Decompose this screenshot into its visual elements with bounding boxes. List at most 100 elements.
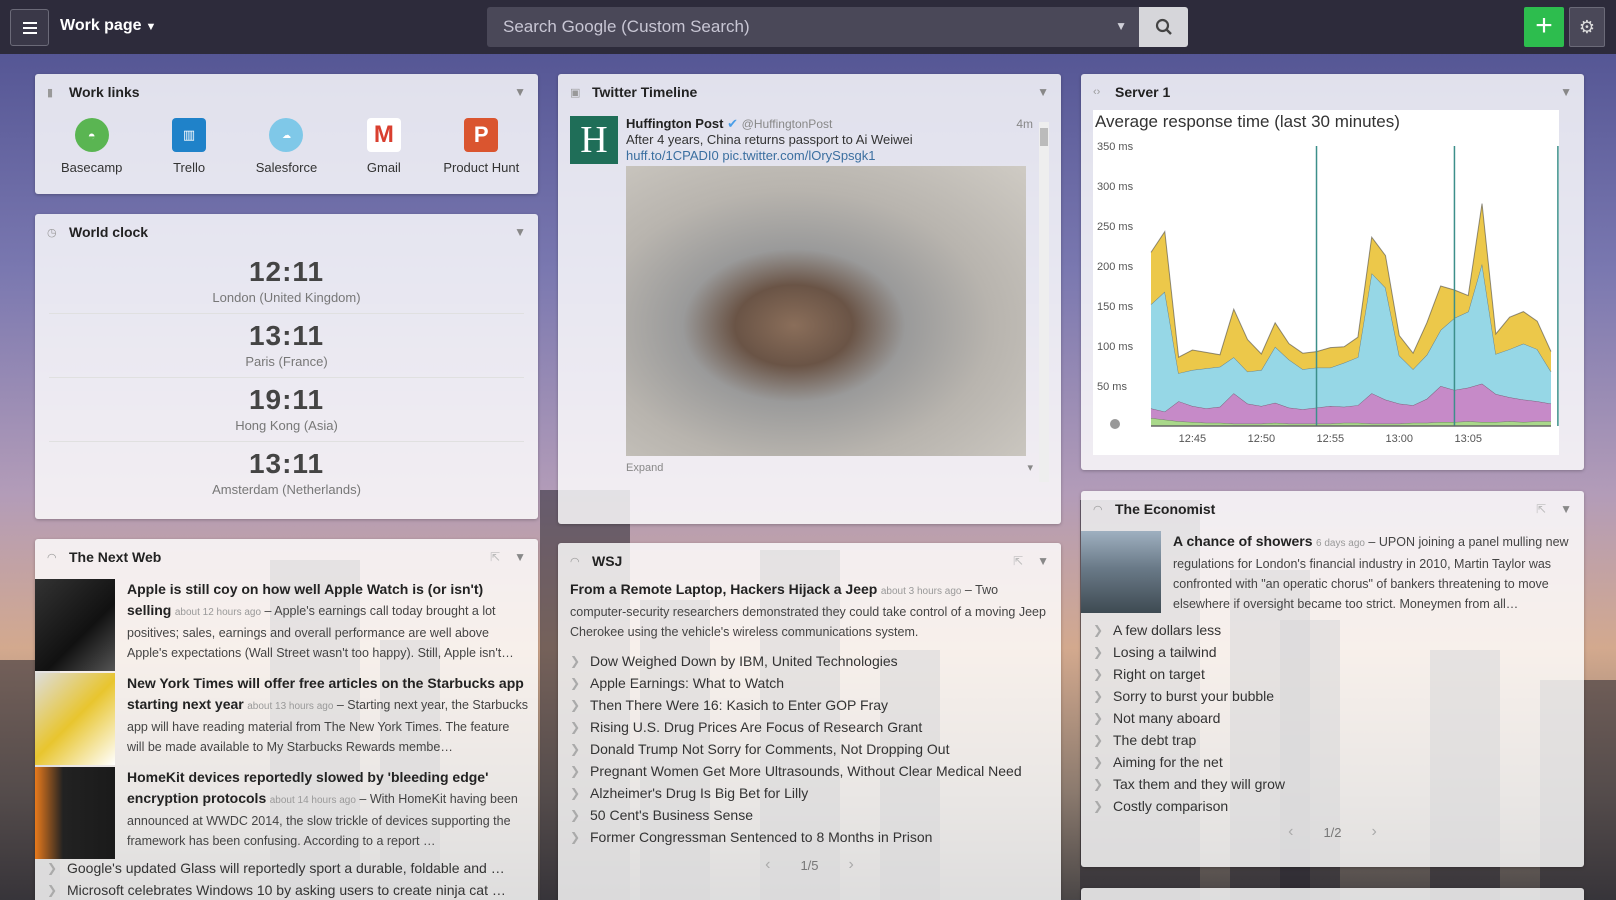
article[interactable]: Apple is still coy on how well Apple Wat… xyxy=(35,575,538,671)
chevron-down-icon[interactable]: ▼ xyxy=(514,550,526,564)
list-item[interactable]: ❯ Alzheimer's Drug Is Big Bet for Lilly xyxy=(570,782,1049,804)
next-page-icon[interactable]: › xyxy=(849,856,854,874)
link-salesforce[interactable]: ☁ Salesforce xyxy=(240,118,332,175)
salesforce-icon: ☁ xyxy=(269,118,304,152)
list-item[interactable]: ❯ Dow Weighed Down by IBM, United Technol… xyxy=(570,650,1049,672)
page-switcher[interactable]: Work page ▼ xyxy=(60,17,156,35)
widget-title: The Next Web xyxy=(69,549,162,565)
product-hunt-icon: P xyxy=(464,118,499,152)
twitter-icon: ▣ xyxy=(570,86,581,99)
clock-time: 13:11 xyxy=(248,448,325,479)
list-item[interactable]: ❯ Sorry to burst your bubble xyxy=(1093,685,1572,707)
list-item[interactable]: ❯ Losing a tailwind xyxy=(1093,641,1572,663)
chevron-down-icon[interactable]: ▼ xyxy=(1037,554,1049,568)
article-title[interactable]: A chance of showers xyxy=(1173,533,1313,549)
tweet-author[interactable]: Huffington Post xyxy=(626,116,723,131)
economist-widget: ◠ The Economist ⇱ ▼ A chance of showers … xyxy=(1081,491,1584,867)
scrollbar[interactable] xyxy=(1039,122,1049,482)
wsj-widget: ◠ WSJ ⇱ ▼ From a Remote Laptop, Hackers … xyxy=(558,543,1061,900)
article-title[interactable]: From a Remote Laptop, Hackers Hijack a J… xyxy=(570,581,877,597)
link-gmail[interactable]: M Gmail xyxy=(338,118,430,175)
chevron-right-icon: ❯ xyxy=(570,720,581,734)
clock-time: 12:11 xyxy=(248,256,325,287)
list-item-label: 50 Cent's Business Sense xyxy=(590,807,753,823)
article[interactable]: New York Times will offer free articles … xyxy=(35,669,538,765)
lead-article[interactable]: From a Remote Laptop, Hackers Hijack a J… xyxy=(558,579,1061,642)
chevron-right-icon: ❯ xyxy=(1093,711,1104,725)
search-input[interactable]: Search Google (Custom Search) ▼ xyxy=(487,7,1139,47)
widget-title: Twitter Timeline xyxy=(592,84,698,100)
list-item-label: The debt trap xyxy=(1113,732,1197,748)
external-link-icon[interactable]: ⇱ xyxy=(1536,502,1546,516)
add-widget-button[interactable]: + xyxy=(1524,7,1564,47)
list-item[interactable]: ❯ Costly comparison xyxy=(1093,795,1572,817)
scroll-down-icon[interactable]: ▾ xyxy=(1027,460,1033,476)
hamburger-menu-button[interactable] xyxy=(10,9,49,46)
scrollbar-thumb[interactable] xyxy=(1040,128,1048,146)
list-item[interactable]: ❯ The debt trap xyxy=(1093,729,1572,751)
trello-icon: ▥ xyxy=(172,118,207,152)
x-tick-label: 13:00 xyxy=(1386,433,1414,445)
chevron-down-icon[interactable]: ▼ xyxy=(514,85,526,99)
article[interactable]: A chance of showers 6 days ago – UPON jo… xyxy=(1081,527,1584,617)
list-item-label: Apple Earnings: What to Watch xyxy=(590,675,785,691)
work-links-widget: ▮ Work links ▼ ◓ Basecamp ▥ Trello ☁ Sal… xyxy=(35,74,538,194)
list-item[interactable]: ❯ Microsoft celebrates Windows 10 by aski… xyxy=(47,879,526,900)
search-button[interactable] xyxy=(1139,7,1188,47)
prev-page-icon[interactable]: ‹ xyxy=(1288,823,1293,841)
next-widget-partial xyxy=(1081,888,1584,900)
tweet-handle[interactable]: @HuffingtonPost xyxy=(742,117,833,131)
list-item[interactable]: ❯ Rising U.S. Drug Prices Are Focus of Re… xyxy=(570,716,1049,738)
chevron-down-icon[interactable]: ▼ xyxy=(1560,502,1572,516)
article[interactable]: HomeKit devices reportedly slowed by 'bl… xyxy=(35,763,538,859)
list-item[interactable]: ❯ Pregnant Women Get More Ultrasounds, Wi… xyxy=(570,760,1049,782)
chevron-right-icon: ❯ xyxy=(570,698,581,712)
link-trello[interactable]: ▥ Trello xyxy=(143,118,235,175)
list-item[interactable]: ❯ Former Congressman Sentenced to 8 Month… xyxy=(570,826,1049,848)
prev-page-icon[interactable]: ‹ xyxy=(765,856,770,874)
list-item-label: A few dollars less xyxy=(1113,622,1222,638)
clock-entry: 13:11 Paris (France) xyxy=(49,314,524,378)
chevron-down-icon[interactable]: ▼ xyxy=(1037,85,1049,99)
clock-entry: 13:11 Amsterdam (Netherlands) xyxy=(49,442,524,505)
settings-button[interactable]: ⚙ xyxy=(1569,7,1605,47)
list-item-label: Donald Trump Not Sorry for Comments, Not… xyxy=(590,741,950,757)
link-product-hunt[interactable]: P Product Hunt xyxy=(435,118,527,175)
expand-link[interactable]: Expand xyxy=(626,460,663,476)
list-item[interactable]: ❯ Then There Were 16: Kasich to Enter GOP… xyxy=(570,694,1049,716)
link-label: Salesforce xyxy=(255,160,318,175)
clock-entry: 19:11 Hong Kong (Asia) xyxy=(49,378,524,442)
link-basecamp[interactable]: ◓ Basecamp xyxy=(46,118,138,175)
clock-place: London (United Kingdom) xyxy=(212,290,361,305)
list-item[interactable]: ❯ Google's updated Glass will reportedly … xyxy=(47,857,526,879)
list-item[interactable]: ❯ Not many aboard xyxy=(1093,707,1572,729)
tweet-link[interactable]: huff.to/1CPADI0 pic.twitter.com/lOrySpsg… xyxy=(626,148,1033,164)
clock-place: Amsterdam (Netherlands) xyxy=(212,482,361,497)
widget-title: WSJ xyxy=(592,553,623,569)
list-item[interactable]: ❯ A few dollars less xyxy=(1093,619,1572,641)
list-item[interactable]: ❯ Right on target xyxy=(1093,663,1572,685)
article-time: about 3 hours ago xyxy=(880,586,962,597)
list-item-label: Former Congressman Sentenced to 8 Months… xyxy=(590,829,933,845)
next-page-icon[interactable]: › xyxy=(1372,823,1377,841)
list-item-label: Losing a tailwind xyxy=(1113,644,1217,660)
link-label: Basecamp xyxy=(60,160,123,175)
link-label: Product Hunt xyxy=(443,160,520,175)
article-thumbnail xyxy=(1081,531,1161,613)
chevron-down-icon[interactable]: ▼ xyxy=(514,225,526,239)
external-link-icon[interactable]: ⇱ xyxy=(1013,554,1023,568)
chevron-right-icon: ❯ xyxy=(570,786,581,800)
page-title: Work page xyxy=(60,17,142,34)
list-item[interactable]: ❯ Aiming for the net xyxy=(1093,751,1572,773)
chevron-down-icon[interactable]: ▼ xyxy=(1560,85,1572,99)
list-item[interactable]: ❯ Tax them and they will grow xyxy=(1093,773,1572,795)
list-item[interactable]: ❯ Donald Trump Not Sorry for Comments, No… xyxy=(570,738,1049,760)
tweet-photo[interactable] xyxy=(626,166,1026,456)
search-engine-dropdown-icon[interactable]: ▼ xyxy=(1115,19,1127,33)
gmail-icon: M xyxy=(366,118,401,152)
external-link-icon[interactable]: ⇱ xyxy=(490,550,500,564)
list-item[interactable]: ❯ 50 Cent's Business Sense xyxy=(570,804,1049,826)
huffington-post-avatar[interactable]: H xyxy=(570,116,618,164)
article-time: about 12 hours ago xyxy=(174,607,262,618)
list-item[interactable]: ❯ Apple Earnings: What to Watch xyxy=(570,672,1049,694)
